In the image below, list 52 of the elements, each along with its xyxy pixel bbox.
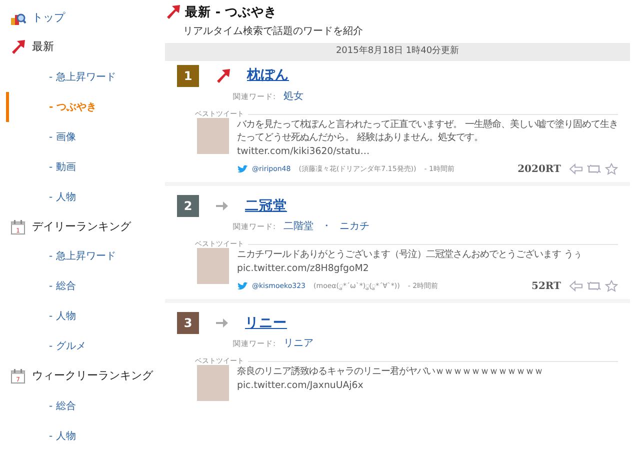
tweet-link[interactable]: pic.twitter.com/z8H8gfgoM2 [237,262,369,274]
tweet-link[interactable]: twitter.com/kiki3620/statu… [237,146,370,156]
page-subtitle: リアルタイム検索で話題のワードを紹介 [182,24,364,39]
retweet-icon [587,163,601,176]
rank-number: 2 [177,194,199,217]
sidebar-subitem[interactable]: - 総合 [6,391,165,421]
update-time-bar: 2015年8月18日 1時40分更新 [165,43,630,60]
keyword-link[interactable]: リニー [245,314,287,331]
avatar-photo-placeholder [197,118,229,154]
star-icon [605,163,618,176]
page-title: 最新 - つぶやき [185,4,277,20]
related-word-link[interactable]: 処女 [284,90,304,102]
sidebar-item[interactable]: デイリーランキング [32,218,131,235]
bird-icon [237,282,248,291]
keyword-link[interactable]: 枕ぽん [247,67,289,84]
sidebar-subitem[interactable]: - 動画 [6,152,165,182]
rank-number: 1 [177,64,199,86]
keyword-link[interactable]: 二冠堂 [245,198,287,214]
right-arrow-icon [215,316,229,329]
right-arrow-icon [215,200,229,212]
retweet-icon [587,280,601,292]
related-word-link[interactable]: 二階堂 [284,220,314,233]
reply-icon [569,163,583,176]
tweet-text: バカを見たって枕ぽんと言われたって正直でいますぜ。 一生懸命、美しい嘘で塗り固めて生きたってどうせ死ぬんだから。 経験はありません。処女です。 twitter.com/kiki3620/statu… [237,118,618,158]
rank-number: 3 [177,312,199,334]
avatar-photo-placeholder [197,365,229,402]
sidebar-subitem[interactable]: - 人物 [6,182,165,212]
sidebar-subitem[interactable]: - 人物 [6,421,165,449]
sidebar-subitem[interactable]: - 急上昇ワード [6,242,165,272]
tweet-text: 奈良のリニア誘致ゆるキャラのリニー君がヤバいｗｗｗｗｗｗｗｗｗｗｗｗ pic.twitter.com/JaxnuUAj6x [237,365,544,392]
star-icon [605,280,618,292]
trend-arrow-icon [10,38,26,56]
related-word-link[interactable]: ニカチ [340,220,370,233]
sidebar-item[interactable]: トップ [32,10,65,26]
sidebar-subitem[interactable]: - 総合 [6,272,165,302]
retweet-count: 52RT [532,280,561,294]
sidebar-subitem[interactable]: - グルメ [6,332,165,362]
retweet-count: 2020RT [518,162,561,177]
sidebar-item[interactable]: 最新 [32,39,54,56]
trend-up-arrow-icon [215,66,231,84]
related-word-link[interactable]: リニア [284,338,314,350]
sidebar-subitem[interactable]: - 人物 [6,302,165,332]
tweet-link[interactable]: pic.twitter.com/JaxnuUAj6x [237,380,364,390]
reply-icon [569,280,583,292]
trend-arrow-icon [165,3,181,21]
sidebar-subitem[interactable]: - 画像 [6,122,165,152]
related-word-link[interactable]: ・ [322,220,332,233]
sidebar-subitem[interactable]: - 急上昇ワード [6,62,165,92]
bird-icon [237,164,248,174]
sidebar-item[interactable]: ウィークリーランキング [32,368,153,384]
tweet-text: ニカチワールドありがとうございます（号泣）二冠堂さんおめでとうございます うぅ pic.twitter.com/z8H8gfgoM2 [237,248,583,275]
avatar-photo-placeholder [197,248,229,284]
